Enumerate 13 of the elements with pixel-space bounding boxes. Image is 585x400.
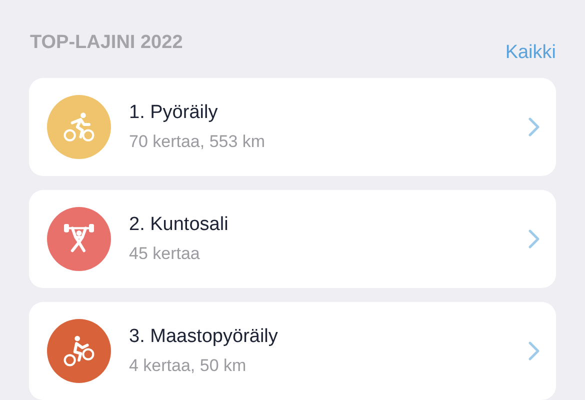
sport-title: 2. Kuntosali [129, 213, 228, 237]
sport-card[interactable]: 2. Kuntosali 45 kertaa [29, 190, 556, 288]
section-title: TOP-LAJINI 2022 [30, 31, 183, 55]
sport-title: 3. Maastopyöräily [129, 325, 278, 349]
sport-card[interactable]: 1. Pyöräily 70 kertaa, 553 km [29, 78, 556, 176]
sport-card[interactable]: 3. Maastopyöräily 4 kertaa, 50 km [29, 302, 556, 400]
sport-stats: 45 kertaa [129, 243, 200, 265]
sport-title: 1. Pyöräily [129, 101, 218, 125]
chevron-right-icon [528, 117, 540, 137]
chevron-right-icon [528, 341, 540, 361]
sport-stats: 70 kertaa, 553 km [129, 131, 266, 153]
chevron-right-icon [528, 229, 540, 249]
sport-stats: 4 kertaa, 50 km [129, 355, 246, 377]
